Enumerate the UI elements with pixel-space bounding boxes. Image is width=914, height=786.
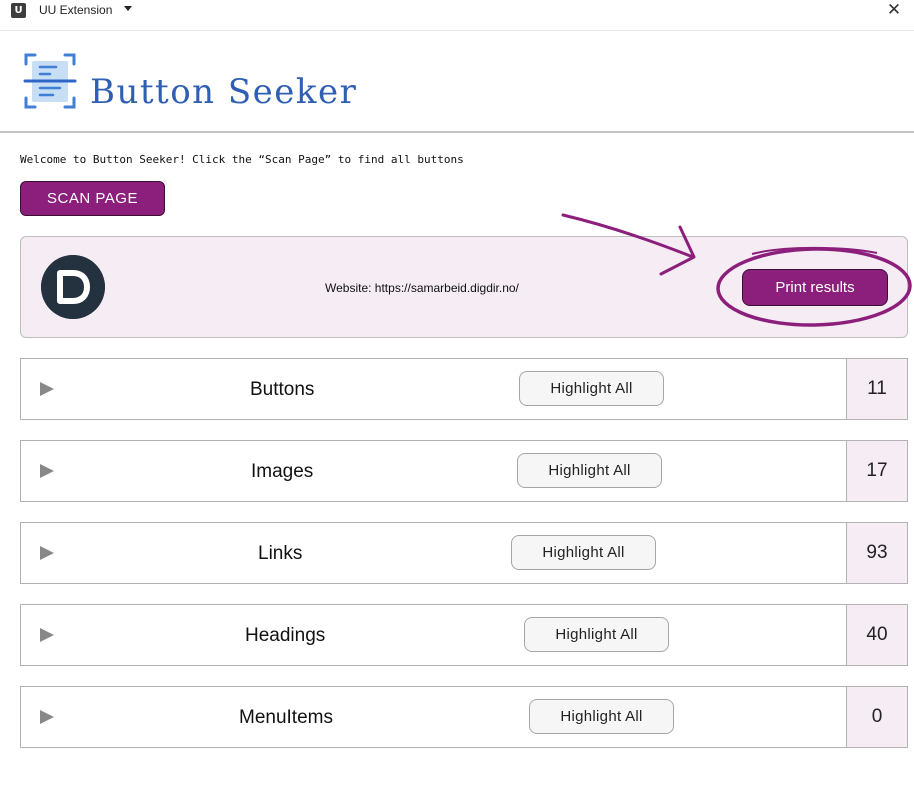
highlight-all-button[interactable]: Highlight All bbox=[529, 699, 674, 734]
website-url: Website: https://samarbeid.digdir.no/ bbox=[325, 281, 519, 295]
category-row-links: Links Highlight All 93 bbox=[20, 522, 908, 584]
highlight-all-button[interactable]: Highlight All bbox=[517, 453, 662, 488]
category-row-images: Images Highlight All 17 bbox=[20, 440, 908, 502]
app-title: Button Seeker bbox=[90, 72, 358, 112]
window-title: UU Extension bbox=[39, 3, 113, 17]
category-row-menuitems: MenuItems Highlight All 0 bbox=[20, 686, 908, 748]
expand-triangle-icon[interactable] bbox=[40, 628, 54, 642]
annotation-arrow-icon bbox=[561, 213, 696, 276]
category-name: Images bbox=[251, 461, 314, 482]
site-logo-icon bbox=[41, 255, 105, 319]
annotation-circle-icon bbox=[716, 246, 912, 327]
category-name: MenuItems bbox=[239, 707, 333, 728]
category-name: Links bbox=[258, 543, 303, 564]
category-name: Headings bbox=[245, 625, 326, 646]
count-badge: 11 bbox=[846, 358, 908, 420]
highlight-all-button[interactable]: Highlight All bbox=[511, 535, 656, 570]
count-badge: 17 bbox=[846, 440, 908, 502]
category-name: Buttons bbox=[250, 379, 315, 400]
expand-triangle-icon[interactable] bbox=[40, 464, 54, 478]
welcome-text: Welcome to Button Seeker! Click the “Sca… bbox=[20, 153, 464, 166]
count-badge: 93 bbox=[846, 522, 908, 584]
header-divider bbox=[0, 131, 914, 133]
highlight-all-button[interactable]: Highlight All bbox=[519, 371, 664, 406]
highlight-all-button[interactable]: Highlight All bbox=[524, 617, 669, 652]
window-titlebar: U UU Extension ✕ bbox=[0, 0, 914, 22]
scan-page-button[interactable]: SCAN PAGE bbox=[20, 181, 165, 216]
chevron-down-icon[interactable] bbox=[124, 6, 132, 11]
count-badge: 40 bbox=[846, 604, 908, 666]
app-icon: U bbox=[11, 3, 26, 18]
category-row-headings: Headings Highlight All 40 bbox=[20, 604, 908, 666]
category-row-buttons: Buttons Highlight All 11 bbox=[20, 358, 908, 420]
close-icon[interactable]: ✕ bbox=[884, 1, 904, 19]
count-badge: 0 bbox=[846, 686, 908, 748]
expand-triangle-icon[interactable] bbox=[40, 382, 54, 396]
document-scan-icon bbox=[23, 53, 77, 109]
expand-triangle-icon[interactable] bbox=[40, 710, 54, 724]
expand-triangle-icon[interactable] bbox=[40, 546, 54, 560]
titlebar-divider bbox=[0, 30, 914, 31]
